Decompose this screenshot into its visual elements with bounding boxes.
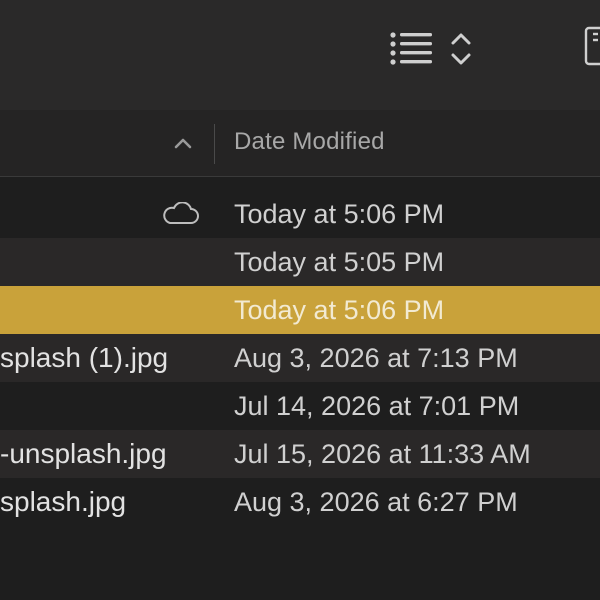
file-row[interactable]: splash.jpg Aug 3, 2026 at 6:27 PM [0, 478, 600, 526]
toolbar [0, 0, 600, 110]
file-date-modified: Today at 5:06 PM [234, 199, 445, 229]
file-row[interactable]: Today at 5:05 PM [0, 238, 600, 286]
panel-icon[interactable] [584, 24, 600, 68]
file-date-modified: Jul 14, 2026 at 7:01 PM [234, 391, 520, 421]
file-date-modified: Aug 3, 2026 at 7:13 PM [234, 343, 518, 373]
date-modified-column-header[interactable]: Date Modified [234, 128, 385, 156]
file-name: splash (1).jpg [0, 342, 169, 373]
empty-list-area[interactable] [0, 528, 600, 600]
file-date-modified: Today at 5:05 PM [234, 247, 445, 277]
file-date-modified: Today at 5:06 PM [234, 295, 445, 325]
column-divider[interactable] [214, 124, 215, 164]
file-row[interactable]: splash (1).jpg Aug 3, 2026 at 7:13 PM [0, 334, 600, 382]
cloud-icon [163, 202, 199, 224]
file-date-modified: Aug 3, 2026 at 6:27 PM [234, 487, 518, 517]
chevron-up-icon[interactable] [170, 132, 196, 154]
sort-icon[interactable] [448, 30, 474, 68]
file-name: -unsplash.jpg [0, 438, 167, 469]
file-name: splash.jpg [0, 486, 127, 517]
file-row[interactable]: -unsplash.jpg Jul 15, 2026 at 11:33 AM [0, 430, 600, 478]
file-row-selected[interactable]: Today at 5:06 PM [0, 286, 600, 334]
file-date-modified: Jul 15, 2026 at 11:33 AM [234, 439, 531, 469]
file-row[interactable]: Jul 14, 2026 at 7:01 PM [0, 382, 600, 430]
list-view-icon[interactable] [388, 28, 434, 68]
file-row[interactable]: Today at 5:06 PM [0, 190, 600, 238]
